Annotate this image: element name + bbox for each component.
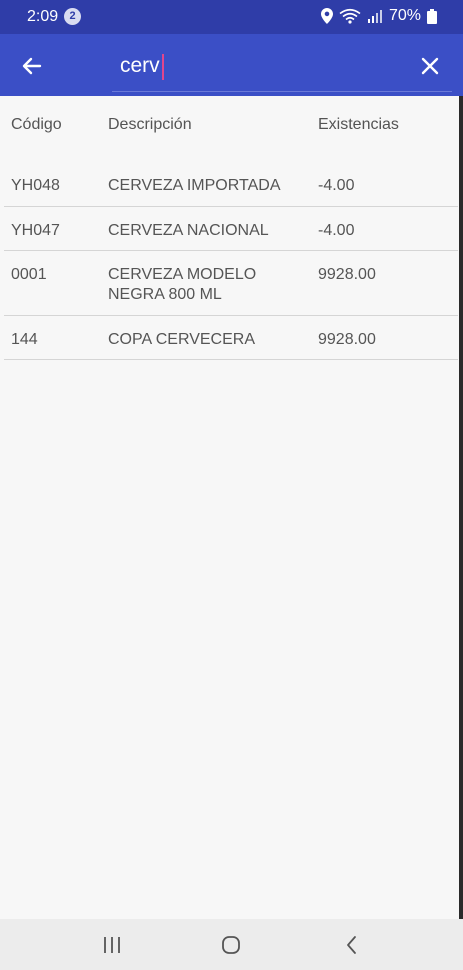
row-code: 0001 (11, 266, 47, 283)
battery-percent: 70% (388, 7, 421, 24)
back-button[interactable] (17, 51, 47, 81)
signal-icon (367, 10, 382, 23)
arrow-left-icon (22, 57, 42, 75)
status-time: 2:09 (27, 8, 59, 25)
window-edge (459, 96, 463, 919)
row-stock: 9928.00 (318, 266, 376, 283)
close-icon (421, 57, 439, 75)
home-button[interactable] (219, 933, 243, 957)
row-code: YH047 (11, 222, 60, 239)
search-field[interactable] (112, 44, 452, 92)
header-code: Código (11, 116, 62, 133)
battery-icon (427, 8, 437, 24)
table-row[interactable]: 0001 CERVEZA MODELO NEGRA 800 ML 9928.00 (4, 251, 458, 316)
back-nav-icon (347, 936, 356, 954)
recent-apps-icon (104, 937, 120, 953)
text-caret (162, 54, 164, 80)
row-stock: -4.00 (318, 177, 355, 194)
table-row[interactable]: 144 COPA CERVECERA 9928.00 (4, 316, 458, 360)
row-description: COPA CERVECERA (108, 331, 256, 348)
row-stock: 9928.00 (318, 331, 376, 348)
wifi-icon (339, 8, 361, 24)
table-row[interactable]: YH047 CERVEZA NACIONAL -4.00 (4, 207, 458, 251)
status-bar: 2:09 2 70% (0, 0, 463, 34)
header-stock: Existencias (318, 116, 399, 133)
clear-search-button[interactable] (417, 53, 443, 79)
table-header: Código Descripción Existencias (4, 96, 458, 162)
row-description: CERVEZA MODELO NEGRA 800 ML (108, 266, 257, 303)
back-nav-button[interactable] (340, 933, 364, 957)
system-nav-bar (0, 919, 463, 970)
inventory-table: Código Descripción Existencias YH048 CER… (4, 96, 458, 360)
recent-apps-button[interactable] (100, 933, 124, 957)
notification-badge: 2 (64, 8, 81, 25)
row-description: CERVEZA NACIONAL (108, 222, 269, 239)
location-icon (320, 8, 333, 24)
row-code: YH048 (11, 177, 60, 194)
search-app-bar (0, 34, 463, 96)
home-icon (222, 936, 240, 954)
row-stock: -4.00 (318, 222, 355, 239)
table-row[interactable]: YH048 CERVEZA IMPORTADA -4.00 (4, 162, 458, 207)
row-code: 144 (11, 331, 38, 348)
status-icons: 70% (320, 7, 437, 25)
header-description: Descripción (108, 116, 192, 133)
row-description: CERVEZA IMPORTADA (108, 177, 281, 194)
